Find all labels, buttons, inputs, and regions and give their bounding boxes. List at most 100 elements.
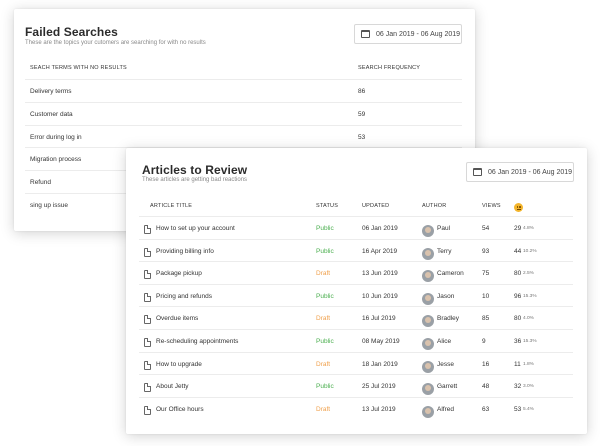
status-badge: Public bbox=[316, 338, 334, 345]
status-badge: Public bbox=[316, 247, 334, 255]
failed-searches-subtitle: These are the topics your cutomers are s… bbox=[25, 40, 206, 46]
views-count: 85 bbox=[482, 315, 490, 323]
status-badge: Public bbox=[316, 292, 334, 300]
failed-searches-title: Failed Searches bbox=[25, 25, 118, 39]
table-row[interactable]: Overdue items Draft 16 Jul 2019 Bradley 85 80… bbox=[139, 306, 573, 329]
article-title-link[interactable]: Providing billing info bbox=[156, 248, 214, 255]
bad-reactions-count: 53 bbox=[514, 405, 522, 413]
search-frequency: 86 bbox=[358, 88, 366, 95]
calendar-icon bbox=[473, 168, 482, 176]
document-icon bbox=[144, 247, 151, 257]
article-title-link[interactable]: About Jetty bbox=[156, 383, 189, 390]
article-title-link[interactable]: How to upgrade bbox=[156, 361, 202, 368]
document-icon bbox=[144, 360, 151, 370]
table-row[interactable]: How to upgrade Draft 18 Jan 2019 Jesse 16 11 1… bbox=[139, 351, 573, 375]
bad-reactions-count: 80 bbox=[514, 315, 522, 323]
search-term: Customer data bbox=[30, 110, 73, 118]
avatar bbox=[422, 405, 434, 418]
updated-date: 13 Jul 2019 bbox=[362, 405, 396, 413]
bad-reactions-percent: 5.4% bbox=[523, 406, 534, 412]
author-name: Alfred bbox=[437, 405, 454, 413]
avatar bbox=[422, 270, 434, 283]
views-count: 54 bbox=[482, 225, 490, 232]
date-range-picker[interactable]: 06 Jan 2019 - 06 Aug 2019 bbox=[354, 24, 462, 44]
status-badge: Public bbox=[316, 383, 334, 391]
search-term: Refund bbox=[30, 179, 51, 187]
status-badge: Draft bbox=[316, 315, 331, 323]
document-icon bbox=[144, 383, 151, 393]
bad-reactions-percent: 10.2% bbox=[523, 248, 537, 254]
document-icon bbox=[144, 315, 151, 325]
bad-reactions-percent: 4.8% bbox=[523, 226, 534, 231]
articles-subtitle: These articles are getting bad reactions bbox=[142, 177, 248, 183]
search-term: Migration process bbox=[30, 156, 82, 164]
views-count: 93 bbox=[482, 247, 490, 255]
bad-reactions-count: 32 bbox=[514, 383, 522, 391]
updated-date: 08 May 2019 bbox=[362, 338, 400, 345]
views-count: 9 bbox=[482, 338, 486, 345]
bad-reactions-count: 36 bbox=[514, 338, 522, 345]
avatar bbox=[422, 383, 434, 396]
table-row[interactable]: Package pickup Draft 13 Jun 2019 Cameron 75 8… bbox=[139, 261, 573, 284]
table-row[interactable]: About Jetty Public 25 Jul 2019 Garrett 48 32 3… bbox=[139, 374, 573, 397]
author-name: Paul bbox=[437, 225, 451, 232]
author-name: Bradley bbox=[437, 315, 460, 323]
bad-reactions-percent: 3.0% bbox=[523, 384, 534, 390]
bad-reactions-count: 80 bbox=[514, 270, 522, 278]
avatar bbox=[422, 292, 434, 305]
table-row[interactable]: Our Office hours Draft 13 Jul 2019 Alfred 63… bbox=[139, 396, 573, 420]
updated-date: 16 Apr 2019 bbox=[362, 247, 398, 255]
search-term: Error during log in bbox=[30, 133, 82, 141]
status-badge: Draft bbox=[316, 405, 331, 413]
column-views: VIEWS bbox=[482, 203, 501, 209]
table-row[interactable]: Error during log in 53 bbox=[25, 124, 462, 148]
search-term: sing up issue bbox=[30, 202, 68, 209]
updated-date: 16 Jul 2019 bbox=[362, 315, 396, 323]
views-count: 48 bbox=[482, 383, 490, 391]
search-frequency: 53 bbox=[358, 133, 366, 141]
date-range-label: 06 Jan 2019 - 06 Aug 2019 bbox=[376, 30, 461, 38]
column-author: AUTHOR bbox=[422, 203, 447, 209]
article-title-link[interactable]: Overdue items bbox=[156, 315, 198, 322]
avatar bbox=[422, 315, 434, 328]
article-title-link[interactable]: Pricing and refunds bbox=[156, 293, 212, 300]
article-title-link[interactable]: Our Office hours bbox=[156, 406, 204, 413]
table-row[interactable]: How to set up your account Public 06 Jan 2… bbox=[139, 216, 573, 239]
table-row[interactable]: Re-scheduling appointments Public 08 May 2… bbox=[139, 329, 573, 352]
search-term: Delivery terms bbox=[30, 88, 72, 95]
views-count: 63 bbox=[482, 405, 490, 413]
document-icon bbox=[144, 292, 151, 302]
updated-date: 18 Jan 2019 bbox=[362, 360, 398, 368]
column-search-terms: SEACH TERMS WITH NO RESULTS bbox=[30, 65, 127, 71]
column-search-frequency: SEARCH FREQUENCY bbox=[358, 65, 421, 71]
bad-reactions-percent: 2.5% bbox=[523, 271, 534, 277]
sad-face-icon bbox=[514, 203, 523, 212]
status-badge: Public bbox=[316, 225, 334, 232]
bad-reactions-count: 11 bbox=[514, 360, 521, 368]
article-title-link[interactable]: Package pickup bbox=[156, 270, 202, 277]
date-range-picker[interactable]: 06 Jan 2019 - 06 Aug 2019 bbox=[466, 162, 574, 182]
document-icon bbox=[144, 405, 151, 415]
table-row[interactable]: Delivery terms 86 bbox=[25, 79, 462, 102]
author-name: Terry bbox=[437, 247, 452, 255]
article-title-link[interactable]: How to set up your account bbox=[156, 225, 235, 232]
bad-reactions-count: 44 bbox=[514, 247, 522, 255]
table-row[interactable]: Providing billing info Public 16 Apr 2019 T… bbox=[139, 238, 573, 262]
article-title-link[interactable]: Re-scheduling appointments bbox=[156, 338, 238, 345]
bad-reactions-percent: 4.0% bbox=[523, 316, 534, 322]
document-icon bbox=[144, 225, 151, 234]
bad-reactions-percent: 15.3% bbox=[523, 293, 537, 299]
search-frequency: 59 bbox=[358, 110, 366, 118]
column-article-title: ARTICLE TITLE bbox=[150, 203, 193, 209]
column-status: STATUS bbox=[316, 203, 339, 209]
avatar bbox=[422, 338, 434, 350]
date-range-label: 06 Jan 2019 - 06 Aug 2019 bbox=[488, 168, 573, 176]
author-name: Jason bbox=[437, 292, 455, 300]
calendar-icon bbox=[361, 30, 370, 38]
author-name: Cameron bbox=[437, 270, 464, 278]
document-icon bbox=[144, 270, 151, 280]
articles-to-review-card: Articles to Review These articles are ge… bbox=[126, 148, 587, 434]
table-row[interactable]: Pricing and refunds Public 10 Jun 2019 Jaso… bbox=[139, 283, 573, 307]
document-icon bbox=[144, 338, 151, 347]
table-row[interactable]: Customer data 59 bbox=[25, 101, 462, 125]
